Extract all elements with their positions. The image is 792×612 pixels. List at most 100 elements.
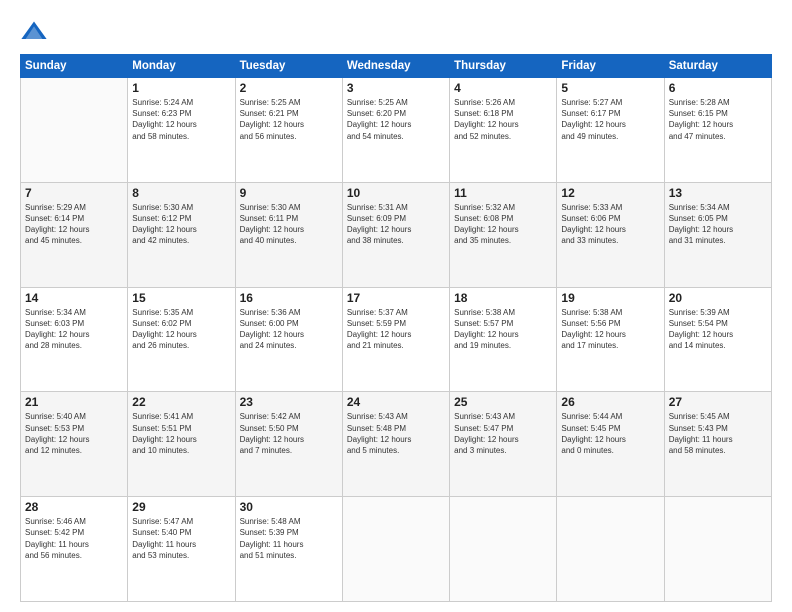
day-number: 3 bbox=[347, 81, 445, 95]
day-number: 6 bbox=[669, 81, 767, 95]
calendar-cell: 26 Sunrise: 5:44 AM Sunset: 5:45 PM Dayli… bbox=[557, 392, 664, 497]
day-info: Sunrise: 5:32 AM Sunset: 6:08 PM Dayligh… bbox=[454, 202, 552, 247]
day-info: Sunrise: 5:33 AM Sunset: 6:06 PM Dayligh… bbox=[561, 202, 659, 247]
calendar-cell: 9 Sunrise: 5:30 AM Sunset: 6:11 PM Daylig… bbox=[235, 182, 342, 287]
day-info: Sunrise: 5:43 AM Sunset: 5:47 PM Dayligh… bbox=[454, 411, 552, 456]
day-number: 15 bbox=[132, 291, 230, 305]
calendar-cell bbox=[664, 497, 771, 602]
calendar-cell: 21 Sunrise: 5:40 AM Sunset: 5:53 PM Dayli… bbox=[21, 392, 128, 497]
calendar-cell: 18 Sunrise: 5:38 AM Sunset: 5:57 PM Dayli… bbox=[450, 287, 557, 392]
day-number: 30 bbox=[240, 500, 338, 514]
day-info: Sunrise: 5:25 AM Sunset: 6:20 PM Dayligh… bbox=[347, 97, 445, 142]
day-info: Sunrise: 5:34 AM Sunset: 6:03 PM Dayligh… bbox=[25, 307, 123, 352]
day-number: 13 bbox=[669, 186, 767, 200]
calendar-week-row: 1 Sunrise: 5:24 AM Sunset: 6:23 PM Daylig… bbox=[21, 78, 772, 183]
day-info: Sunrise: 5:27 AM Sunset: 6:17 PM Dayligh… bbox=[561, 97, 659, 142]
calendar-cell: 27 Sunrise: 5:45 AM Sunset: 5:43 PM Dayli… bbox=[664, 392, 771, 497]
weekday-sunday: Sunday bbox=[21, 55, 128, 78]
day-number: 26 bbox=[561, 395, 659, 409]
page-header bbox=[20, 18, 772, 46]
calendar-cell: 13 Sunrise: 5:34 AM Sunset: 6:05 PM Dayli… bbox=[664, 182, 771, 287]
calendar-cell: 22 Sunrise: 5:41 AM Sunset: 5:51 PM Dayli… bbox=[128, 392, 235, 497]
weekday-tuesday: Tuesday bbox=[235, 55, 342, 78]
day-info: Sunrise: 5:45 AM Sunset: 5:43 PM Dayligh… bbox=[669, 411, 767, 456]
day-number: 7 bbox=[25, 186, 123, 200]
day-info: Sunrise: 5:36 AM Sunset: 6:00 PM Dayligh… bbox=[240, 307, 338, 352]
calendar-cell bbox=[342, 497, 449, 602]
calendar-cell: 28 Sunrise: 5:46 AM Sunset: 5:42 PM Dayli… bbox=[21, 497, 128, 602]
day-number: 1 bbox=[132, 81, 230, 95]
day-info: Sunrise: 5:26 AM Sunset: 6:18 PM Dayligh… bbox=[454, 97, 552, 142]
day-number: 21 bbox=[25, 395, 123, 409]
calendar-cell: 23 Sunrise: 5:42 AM Sunset: 5:50 PM Dayli… bbox=[235, 392, 342, 497]
weekday-saturday: Saturday bbox=[664, 55, 771, 78]
calendar-cell: 25 Sunrise: 5:43 AM Sunset: 5:47 PM Dayli… bbox=[450, 392, 557, 497]
weekday-friday: Friday bbox=[557, 55, 664, 78]
day-number: 19 bbox=[561, 291, 659, 305]
day-info: Sunrise: 5:43 AM Sunset: 5:48 PM Dayligh… bbox=[347, 411, 445, 456]
day-number: 27 bbox=[669, 395, 767, 409]
day-info: Sunrise: 5:38 AM Sunset: 5:57 PM Dayligh… bbox=[454, 307, 552, 352]
day-info: Sunrise: 5:25 AM Sunset: 6:21 PM Dayligh… bbox=[240, 97, 338, 142]
day-number: 8 bbox=[132, 186, 230, 200]
day-info: Sunrise: 5:40 AM Sunset: 5:53 PM Dayligh… bbox=[25, 411, 123, 456]
day-info: Sunrise: 5:37 AM Sunset: 5:59 PM Dayligh… bbox=[347, 307, 445, 352]
day-info: Sunrise: 5:41 AM Sunset: 5:51 PM Dayligh… bbox=[132, 411, 230, 456]
day-info: Sunrise: 5:44 AM Sunset: 5:45 PM Dayligh… bbox=[561, 411, 659, 456]
calendar-cell: 5Sunrise: 5:27 AM Sunset: 6:17 PM Daylig… bbox=[557, 78, 664, 183]
day-info: Sunrise: 5:24 AM Sunset: 6:23 PM Dayligh… bbox=[132, 97, 230, 142]
day-info: Sunrise: 5:47 AM Sunset: 5:40 PM Dayligh… bbox=[132, 516, 230, 561]
calendar-cell: 30 Sunrise: 5:48 AM Sunset: 5:39 PM Dayli… bbox=[235, 497, 342, 602]
day-number: 23 bbox=[240, 395, 338, 409]
calendar-week-row: 14 Sunrise: 5:34 AM Sunset: 6:03 PM Dayli… bbox=[21, 287, 772, 392]
calendar-cell bbox=[557, 497, 664, 602]
day-number: 22 bbox=[132, 395, 230, 409]
calendar-cell bbox=[450, 497, 557, 602]
day-number: 14 bbox=[25, 291, 123, 305]
calendar-table: SundayMondayTuesdayWednesdayThursdayFrid… bbox=[20, 54, 772, 602]
calendar-cell: 10 Sunrise: 5:31 AM Sunset: 6:09 PM Dayli… bbox=[342, 182, 449, 287]
calendar-cell: 7Sunrise: 5:29 AM Sunset: 6:14 PM Daylig… bbox=[21, 182, 128, 287]
weekday-header-row: SundayMondayTuesdayWednesdayThursdayFrid… bbox=[21, 55, 772, 78]
day-info: Sunrise: 5:39 AM Sunset: 5:54 PM Dayligh… bbox=[669, 307, 767, 352]
day-info: Sunrise: 5:42 AM Sunset: 5:50 PM Dayligh… bbox=[240, 411, 338, 456]
calendar-cell: 19 Sunrise: 5:38 AM Sunset: 5:56 PM Dayli… bbox=[557, 287, 664, 392]
calendar-cell: 3 Sunrise: 5:25 AM Sunset: 6:20 PM Daylig… bbox=[342, 78, 449, 183]
day-number: 12 bbox=[561, 186, 659, 200]
day-number: 4 bbox=[454, 81, 552, 95]
day-info: Sunrise: 5:35 AM Sunset: 6:02 PM Dayligh… bbox=[132, 307, 230, 352]
day-info: Sunrise: 5:48 AM Sunset: 5:39 PM Dayligh… bbox=[240, 516, 338, 561]
calendar-cell: 15 Sunrise: 5:35 AM Sunset: 6:02 PM Dayli… bbox=[128, 287, 235, 392]
day-number: 18 bbox=[454, 291, 552, 305]
calendar-cell: 29Sunrise: 5:47 AM Sunset: 5:40 PM Dayli… bbox=[128, 497, 235, 602]
calendar-cell: 17Sunrise: 5:37 AM Sunset: 5:59 PM Dayli… bbox=[342, 287, 449, 392]
calendar-week-row: 21 Sunrise: 5:40 AM Sunset: 5:53 PM Dayli… bbox=[21, 392, 772, 497]
calendar-cell: 24 Sunrise: 5:43 AM Sunset: 5:48 PM Dayli… bbox=[342, 392, 449, 497]
calendar-cell: 20 Sunrise: 5:39 AM Sunset: 5:54 PM Dayli… bbox=[664, 287, 771, 392]
calendar-cell: 16 Sunrise: 5:36 AM Sunset: 6:00 PM Dayli… bbox=[235, 287, 342, 392]
logo bbox=[20, 18, 52, 46]
day-number: 16 bbox=[240, 291, 338, 305]
calendar-cell: 11Sunrise: 5:32 AM Sunset: 6:08 PM Dayli… bbox=[450, 182, 557, 287]
weekday-monday: Monday bbox=[128, 55, 235, 78]
day-info: Sunrise: 5:38 AM Sunset: 5:56 PM Dayligh… bbox=[561, 307, 659, 352]
weekday-wednesday: Wednesday bbox=[342, 55, 449, 78]
calendar-cell: 12 Sunrise: 5:33 AM Sunset: 6:06 PM Dayli… bbox=[557, 182, 664, 287]
day-info: Sunrise: 5:46 AM Sunset: 5:42 PM Dayligh… bbox=[25, 516, 123, 561]
day-number: 20 bbox=[669, 291, 767, 305]
day-number: 25 bbox=[454, 395, 552, 409]
day-info: Sunrise: 5:30 AM Sunset: 6:11 PM Dayligh… bbox=[240, 202, 338, 247]
calendar-cell: 4 Sunrise: 5:26 AM Sunset: 6:18 PM Daylig… bbox=[450, 78, 557, 183]
day-info: Sunrise: 5:31 AM Sunset: 6:09 PM Dayligh… bbox=[347, 202, 445, 247]
day-number: 10 bbox=[347, 186, 445, 200]
calendar-cell: 14 Sunrise: 5:34 AM Sunset: 6:03 PM Dayli… bbox=[21, 287, 128, 392]
calendar-week-row: 28 Sunrise: 5:46 AM Sunset: 5:42 PM Dayli… bbox=[21, 497, 772, 602]
day-number: 28 bbox=[25, 500, 123, 514]
day-info: Sunrise: 5:34 AM Sunset: 6:05 PM Dayligh… bbox=[669, 202, 767, 247]
calendar-cell: 8Sunrise: 5:30 AM Sunset: 6:12 PM Daylig… bbox=[128, 182, 235, 287]
calendar-week-row: 7Sunrise: 5:29 AM Sunset: 6:14 PM Daylig… bbox=[21, 182, 772, 287]
day-number: 9 bbox=[240, 186, 338, 200]
day-number: 24 bbox=[347, 395, 445, 409]
calendar-cell: 2Sunrise: 5:25 AM Sunset: 6:21 PM Daylig… bbox=[235, 78, 342, 183]
weekday-thursday: Thursday bbox=[450, 55, 557, 78]
